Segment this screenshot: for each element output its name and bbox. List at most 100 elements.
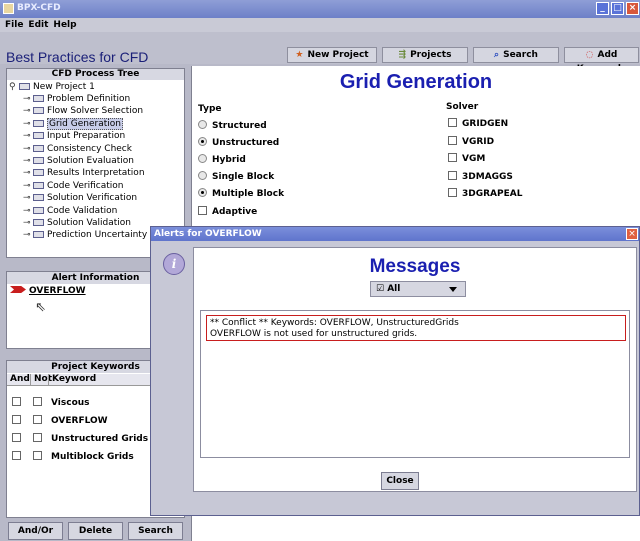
- type-radio[interactable]: Single Block: [198, 171, 274, 182]
- add-keywords-button[interactable]: ◌Add Keywords: [564, 47, 639, 74]
- solver-checkbox[interactable]: VGRID: [448, 135, 495, 147]
- expand-icon[interactable]: ⊸: [23, 230, 31, 240]
- tree-item[interactable]: ⊸ Flow Solver Selection: [23, 106, 143, 116]
- menu-edit[interactable]: Edit: [28, 20, 48, 30]
- keyword-label: Multiblock Grids: [51, 452, 134, 462]
- tree-item-label: Code Validation: [47, 205, 118, 216]
- tree-item[interactable]: ⊸ Problem Definition: [23, 94, 130, 104]
- type-radio[interactable]: Structured: [198, 120, 267, 131]
- type-radio[interactable]: Unstructured: [198, 137, 279, 148]
- folder-icon: [33, 206, 44, 214]
- and-checkbox[interactable]: [12, 415, 21, 424]
- tree-item[interactable]: ⊸ Solution Validation: [23, 218, 131, 228]
- type-label-text: Hybrid: [212, 155, 246, 165]
- checkbox-icon: [448, 135, 457, 145]
- tree-root[interactable]: ⚲ New Project 1: [9, 82, 95, 92]
- add-keywords-icon: ◌: [585, 50, 594, 60]
- tree-item-label: Input Preparation: [47, 131, 126, 142]
- dialog-close-button[interactable]: Close: [381, 472, 419, 490]
- search-icon: ⌕: [494, 50, 500, 60]
- and-checkbox[interactable]: [12, 397, 21, 406]
- alert-flag-icon: [10, 286, 26, 293]
- keyword-row: OVERFLOW: [12, 415, 108, 426]
- expand-icon[interactable]: ⊸: [23, 156, 31, 166]
- expand-icon[interactable]: ⊸: [23, 144, 31, 154]
- tree-item-label: Prediction Uncertainty: [47, 230, 148, 241]
- title-bar: BPX-CFD _ □ ×: [0, 0, 640, 18]
- keyword-label: Viscous: [51, 398, 90, 408]
- maximize-button[interactable]: □: [611, 2, 624, 15]
- tree-item-label: Code Verification: [47, 180, 124, 191]
- tree-item[interactable]: ⊸ Consistency Check: [23, 144, 132, 154]
- delete-button[interactable]: Delete: [68, 522, 123, 540]
- menu-file[interactable]: File: [5, 20, 23, 30]
- solver-checkbox[interactable]: GRIDGEN: [448, 118, 508, 129]
- keyword-search-button[interactable]: Search: [128, 522, 183, 540]
- tree-item[interactable]: ⊸ Code Verification: [23, 181, 123, 191]
- not-checkbox[interactable]: [33, 433, 42, 442]
- expand-icon[interactable]: ⊸: [23, 181, 31, 191]
- folder-icon: [33, 219, 44, 226]
- solver-label-text: GRIDGEN: [462, 119, 509, 129]
- expand-icon[interactable]: ⊸: [23, 193, 31, 203]
- tree-item-label: Consistency Check: [47, 143, 132, 154]
- type-radio[interactable]: Multiple Block: [198, 188, 284, 199]
- expand-icon[interactable]: ⊸: [23, 206, 31, 216]
- tree-item[interactable]: ⊸ Code Validation: [23, 206, 117, 216]
- expand-icon[interactable]: ⊸: [23, 131, 31, 141]
- expand-icon[interactable]: ⊸: [23, 168, 31, 178]
- tree-item[interactable]: ⊸ Prediction Uncertainty: [23, 230, 147, 240]
- type-label-text: Single Block: [212, 172, 275, 182]
- folder-icon: [33, 231, 44, 239]
- keyword-row: Unstructured Grids: [12, 433, 148, 444]
- solver-label-text: VGRID: [462, 136, 495, 147]
- checkbox-icon: [448, 118, 457, 127]
- keyword-label: Unstructured Grids: [51, 434, 149, 444]
- adaptive-checkbox[interactable]: Adaptive: [198, 206, 257, 217]
- solver-checkbox[interactable]: 3DMAGGS: [448, 170, 513, 182]
- checkbox-icon: [448, 153, 457, 162]
- expand-icon[interactable]: ⊸: [23, 94, 31, 104]
- message-item[interactable]: ** Conflict ** Keywords: OVERFLOW, Unstr…: [206, 315, 626, 341]
- app-title: Best Practices for CFD: [6, 49, 149, 65]
- not-checkbox[interactable]: [33, 451, 42, 460]
- expand-icon[interactable]: ⊸: [23, 106, 31, 116]
- solver-label-text: VGM: [462, 154, 486, 164]
- dialog-close-icon[interactable]: ×: [626, 228, 638, 240]
- expand-icon[interactable]: ⊸: [23, 218, 31, 228]
- not-checkbox[interactable]: [33, 397, 42, 406]
- solver-label: Solver: [446, 102, 479, 112]
- messages-area: Messages ☑ All ** Conflict ** Keywords: …: [193, 247, 637, 492]
- folder-icon: [33, 95, 44, 102]
- expand-icon[interactable]: ⊸: [23, 119, 31, 129]
- solver-checkbox[interactable]: 3DGRAPEAL: [448, 188, 522, 199]
- and-checkbox[interactable]: [12, 451, 21, 460]
- folder-icon: [33, 169, 44, 177]
- not-checkbox[interactable]: [33, 415, 42, 424]
- search-button[interactable]: ⌕ Search: [473, 47, 559, 63]
- tree-item[interactable]: ⊸ Input Preparation: [23, 131, 125, 141]
- type-label: Type: [198, 104, 222, 114]
- tree-item[interactable]: ⊸ Solution Verification: [23, 193, 137, 203]
- tree-item[interactable]: ⊸ Results Interpretation: [23, 168, 145, 178]
- new-project-button[interactable]: ★ New Project: [287, 47, 377, 63]
- radio-icon: [198, 120, 207, 129]
- keyword-row: Multiblock Grids: [12, 451, 134, 462]
- app-icon: [3, 3, 14, 14]
- menu-help[interactable]: Help: [53, 20, 76, 30]
- tree-item[interactable]: ⊸ Grid Generation: [23, 117, 123, 130]
- dialog-title: Alerts for OVERFLOW: [151, 227, 639, 241]
- type-radio[interactable]: Hybrid: [198, 154, 246, 165]
- radio-icon: [198, 154, 207, 163]
- andor-button[interactable]: And/Or: [8, 522, 63, 540]
- and-checkbox[interactable]: [12, 433, 21, 442]
- alert-item[interactable]: OVERFLOW: [10, 286, 86, 296]
- tree-item-label: Grid Generation: [47, 117, 123, 130]
- tree-item-label: Solution Validation: [47, 218, 131, 228]
- filter-select[interactable]: ☑ All: [370, 281, 466, 297]
- close-window-button[interactable]: ×: [626, 2, 639, 15]
- minimize-button[interactable]: _: [596, 2, 609, 15]
- projects-button[interactable]: ⇶ Projects: [382, 47, 468, 63]
- tree-item[interactable]: ⊸ Solution Evaluation: [23, 156, 134, 166]
- solver-checkbox[interactable]: VGM: [448, 153, 485, 164]
